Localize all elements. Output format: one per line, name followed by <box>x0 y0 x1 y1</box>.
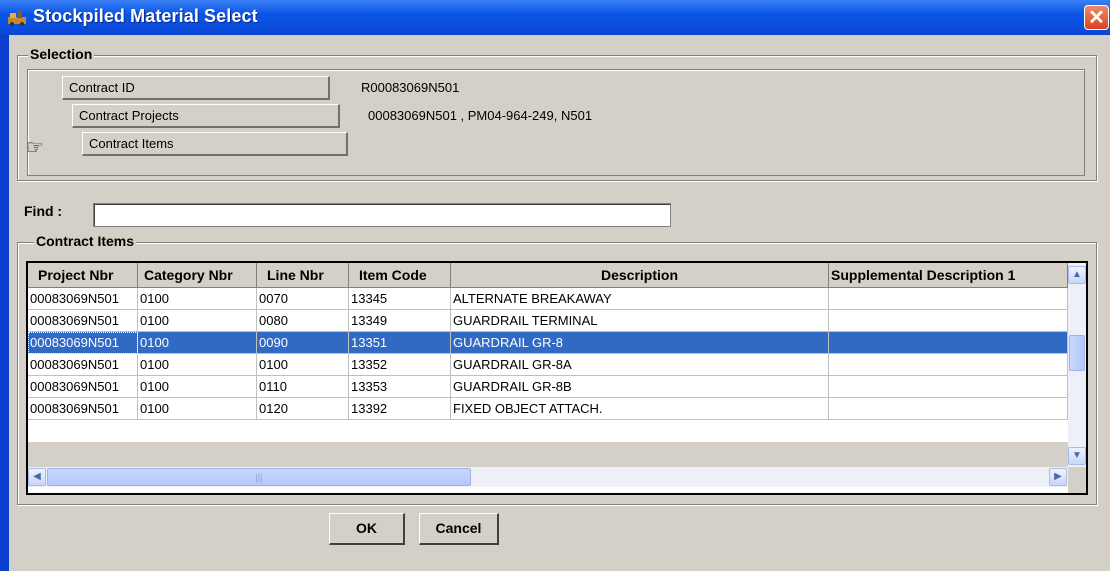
column-header-label: Supplemental Description 1 <box>831 267 1016 283</box>
scroll-up-icon[interactable]: ▲ <box>1068 266 1086 284</box>
cell-supplemental-description[interactable] <box>829 398 1068 420</box>
contract-items-group-label: Contract Items <box>34 233 137 249</box>
cell-supplemental-description[interactable] <box>829 354 1068 376</box>
vertical-scroll-thumb[interactable] <box>1069 335 1085 371</box>
cell-description[interactable]: GUARDRAIL GR-8 <box>451 332 829 354</box>
table-row[interactable]: 00083069N501 0100 0100 13352 GUARDRAIL GR-8A <box>28 354 1068 376</box>
close-icon[interactable]: ✕ <box>1084 5 1109 30</box>
app-icon <box>8 11 26 26</box>
scroll-left-icon[interactable]: ◀ <box>28 468 46 486</box>
grid-header: Project Nbr Category Nbr Line Nbr Item C… <box>28 263 1068 288</box>
selection-group-label: Selection <box>28 46 95 62</box>
column-header-label: Description <box>600 267 678 283</box>
contract-id-button[interactable]: Contract ID <box>62 76 330 100</box>
hand-pointer-icon: ☞ <box>26 137 44 159</box>
cell-category-nbr[interactable]: 0100 <box>138 310 257 332</box>
cell-project-nbr[interactable]: 00083069N501 <box>28 398 138 420</box>
contract-projects-button-label: Contract Projects <box>79 108 179 123</box>
scroll-down-icon[interactable]: ▼ <box>1068 447 1086 465</box>
column-header-label: Item Code <box>359 267 427 283</box>
cancel-button[interactable]: Cancel <box>419 513 499 545</box>
window-frame <box>0 35 9 571</box>
table-row[interactable]: 00083069N501 0100 0070 13345 ALTERNATE BREAK… <box>28 288 1068 310</box>
ok-button[interactable]: OK <box>329 513 405 545</box>
cell-line-nbr[interactable]: 0080 <box>257 310 349 332</box>
cell-category-nbr[interactable]: 0100 <box>138 288 257 310</box>
grid-empty-area <box>28 442 1068 467</box>
cell-item-code[interactable]: 13392 <box>349 398 451 420</box>
scrollbar-corner <box>1068 467 1086 493</box>
table-row[interactable]: 00083069N501 0100 0080 13349 GUARDRAIL TERMI… <box>28 310 1068 332</box>
cell-item-code[interactable]: 13351 <box>349 332 451 354</box>
table-row[interactable]: 00083069N501 0100 0120 13392 FIXED OBJECT AT… <box>28 398 1068 420</box>
horizontal-scroll-thumb[interactable]: ||| <box>47 468 471 486</box>
contract-items-button[interactable]: Contract Items <box>82 132 348 156</box>
cell-category-nbr[interactable]: 0100 <box>138 398 257 420</box>
cell-project-nbr[interactable]: 00083069N501 <box>28 354 138 376</box>
horizontal-scrollbar[interactable]: ◀ ||| ▶ <box>28 467 1068 487</box>
column-header-project-nbr[interactable]: Project Nbr <box>28 263 138 288</box>
cell-line-nbr[interactable]: 0100 <box>257 354 349 376</box>
cell-line-nbr[interactable]: 0120 <box>257 398 349 420</box>
scroll-right-icon[interactable]: ▶ <box>1049 468 1067 486</box>
column-header-line-nbr[interactable]: Line Nbr <box>257 263 349 288</box>
contract-projects-value: 00083069N501 , PM04-964-249, N501 <box>368 108 593 123</box>
contract-items-button-label: Contract Items <box>89 136 174 151</box>
table-row[interactable]: 00083069N501 0100 0090 13351 GUARDRAIL GR-8 <box>28 332 1068 354</box>
cell-description[interactable]: GUARDRAIL GR-8A <box>451 354 829 376</box>
dialog-window: Stockpiled Material Select ✕ Selection C… <box>0 0 1110 571</box>
cell-description[interactable]: GUARDRAIL TERMINAL <box>451 310 829 332</box>
cell-item-code[interactable]: 13349 <box>349 310 451 332</box>
title-bar[interactable]: Stockpiled Material Select ✕ <box>0 0 1110 35</box>
cell-project-nbr[interactable]: 00083069N501 <box>28 332 138 354</box>
column-header-category-nbr[interactable]: Category Nbr <box>138 263 257 288</box>
cell-supplemental-description[interactable] <box>829 376 1068 398</box>
cell-project-nbr[interactable]: 00083069N501 <box>28 376 138 398</box>
vertical-scrollbar[interactable]: ▲ ▼ <box>1068 263 1086 467</box>
cell-project-nbr[interactable]: 00083069N501 <box>28 288 138 310</box>
cell-category-nbr[interactable]: 0100 <box>138 354 257 376</box>
cell-category-nbr[interactable]: 0100 <box>138 332 257 354</box>
column-header-item-code[interactable]: Item Code <box>349 263 451 288</box>
column-header-label: Category Nbr <box>144 267 233 283</box>
cell-project-nbr[interactable]: 00083069N501 <box>28 310 138 332</box>
column-header-description[interactable]: Description <box>451 263 829 288</box>
cell-item-code[interactable]: 13345 <box>349 288 451 310</box>
contract-id-button-label: Contract ID <box>69 80 135 95</box>
contract-projects-button[interactable]: Contract Projects <box>72 104 340 128</box>
find-label: Find : <box>24 203 63 219</box>
find-input[interactable] <box>93 203 671 227</box>
cell-supplemental-description[interactable] <box>829 288 1068 310</box>
cell-supplemental-description[interactable] <box>829 332 1068 354</box>
column-header-supplemental-description[interactable]: Supplemental Description 1 <box>829 263 1068 288</box>
contract-id-value: R00083069N501 <box>361 80 460 95</box>
contract-items-grid[interactable]: Project Nbr Category Nbr Line Nbr Item C… <box>26 261 1088 495</box>
cell-line-nbr[interactable]: 0070 <box>257 288 349 310</box>
cell-description[interactable]: ALTERNATE BREAKAWAY <box>451 288 829 310</box>
column-header-label: Line Nbr <box>267 267 324 283</box>
cell-description[interactable]: FIXED OBJECT ATTACH. <box>451 398 829 420</box>
cell-supplemental-description[interactable] <box>829 310 1068 332</box>
column-header-label: Project Nbr <box>38 267 114 283</box>
cell-line-nbr[interactable]: 0110 <box>257 376 349 398</box>
cell-line-nbr[interactable]: 0090 <box>257 332 349 354</box>
window-title: Stockpiled Material Select <box>33 6 258 26</box>
cell-description[interactable]: GUARDRAIL GR-8B <box>451 376 829 398</box>
cell-category-nbr[interactable]: 0100 <box>138 376 257 398</box>
cell-item-code[interactable]: 13352 <box>349 354 451 376</box>
table-row[interactable]: 00083069N501 0100 0110 13353 GUARDRAIL GR-8B <box>28 376 1068 398</box>
cell-item-code[interactable]: 13353 <box>349 376 451 398</box>
